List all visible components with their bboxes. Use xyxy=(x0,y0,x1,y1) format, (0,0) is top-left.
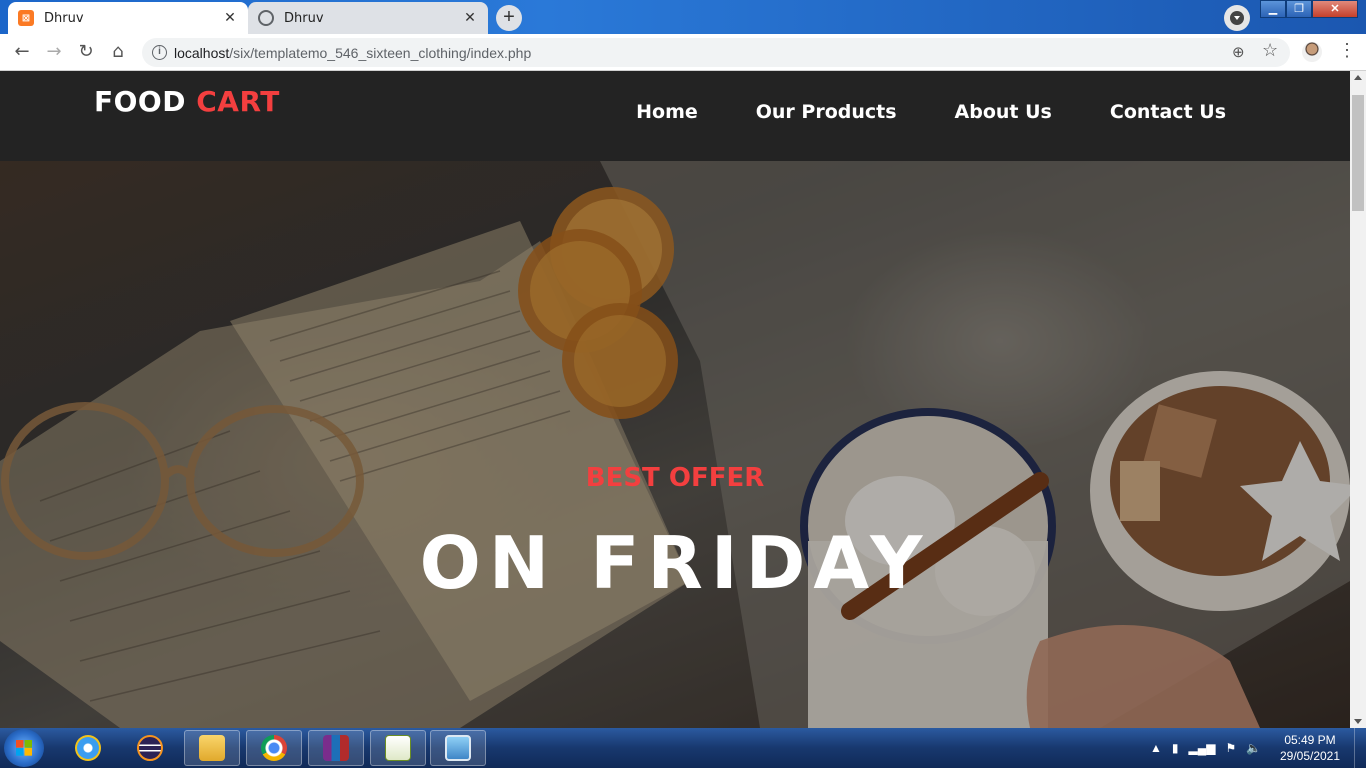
nav-our-products[interactable]: Our Products xyxy=(756,101,897,123)
browser-tab-active[interactable]: ⊠ Dhruv ✕ xyxy=(8,2,248,34)
clock-time: 05:49 PM xyxy=(1284,733,1336,747)
nav-contact-us[interactable]: Contact Us xyxy=(1110,101,1226,123)
tab-title: Dhruv xyxy=(44,10,84,26)
scrollbar-thumb[interactable] xyxy=(1352,95,1364,211)
windows-taskbar: ▲ ▮ ▂▄▆ ⚑ 🔈 05:49 PM 29/05/2021 xyxy=(0,728,1366,768)
url-text[interactable]: localhost/six/templatemo_546_sixteen_clo… xyxy=(174,45,531,61)
nav-home[interactable]: Home xyxy=(636,101,698,123)
battery-icon[interactable]: ▮ xyxy=(1172,741,1179,755)
internet-explorer-icon xyxy=(75,735,101,761)
info-icon[interactable]: i xyxy=(152,45,167,60)
start-button[interactable] xyxy=(4,729,44,767)
page-scrollbar[interactable] xyxy=(1350,71,1366,728)
taskbar-eclipse[interactable] xyxy=(122,730,178,766)
menu-dots-icon[interactable]: ⋮ xyxy=(1338,40,1356,60)
hero-overlay xyxy=(0,161,1350,728)
taskbar-notepad[interactable] xyxy=(370,730,426,766)
scroll-up-icon[interactable] xyxy=(1354,75,1362,80)
reload-icon[interactable]: ↻ xyxy=(76,42,96,62)
site-logo[interactable]: FOOD CART xyxy=(94,85,280,118)
zoom-icon[interactable]: ⊕ xyxy=(1232,43,1245,61)
back-arrow-icon[interactable]: ← xyxy=(12,42,32,62)
show-desktop-button[interactable] xyxy=(1354,728,1366,768)
close-window-button[interactable]: ✕ xyxy=(1312,0,1358,18)
new-tab-button[interactable]: + xyxy=(496,5,522,31)
system-tray: ▲ ▮ ▂▄▆ ⚑ 🔈 xyxy=(1150,728,1261,768)
chrome-icon xyxy=(261,735,287,761)
minimize-button[interactable]: ▁ xyxy=(1260,0,1286,18)
hero-title: ON FRIDAY xyxy=(419,521,931,605)
clock-date: 29/05/2021 xyxy=(1279,749,1341,763)
xampp-icon: ⊠ xyxy=(18,10,34,26)
winrar-icon xyxy=(323,735,349,761)
file-explorer-icon xyxy=(199,735,225,761)
forward-arrow-icon[interactable]: → xyxy=(44,42,64,62)
nav-about-us[interactable]: About Us xyxy=(955,101,1052,123)
volume-icon[interactable]: 🔈 xyxy=(1246,741,1261,755)
image-viewer-icon xyxy=(445,735,471,761)
tab-title: Dhruv xyxy=(284,10,324,26)
flag-icon[interactable]: ⚑ xyxy=(1225,741,1236,755)
notepad-icon xyxy=(385,735,411,761)
address-bar[interactable]: i localhost/six/templatemo_546_sixteen_c… xyxy=(142,38,1290,67)
globe-icon xyxy=(258,10,274,26)
taskbar-chrome[interactable] xyxy=(246,730,302,766)
browser-toolbar: ← → ↻ ⌂ i localhost/six/templatemo_546_s… xyxy=(0,34,1366,71)
profile-avatar[interactable] xyxy=(1302,42,1322,62)
show-hidden-icons-icon[interactable]: ▲ xyxy=(1150,741,1162,755)
browser-tab-strip: ⊠ Dhruv ✕ Dhruv ✕ + ▁ ❐ ✕ xyxy=(0,0,1366,34)
eclipse-icon xyxy=(137,735,163,761)
windows-logo-icon xyxy=(16,740,32,756)
taskbar-file-explorer[interactable] xyxy=(184,730,240,766)
taskbar-winrar[interactable] xyxy=(308,730,364,766)
scroll-down-icon[interactable] xyxy=(1354,719,1362,724)
taskbar-ie[interactable] xyxy=(60,730,116,766)
hero-banner: BEST OFFER ON FRIDAY xyxy=(0,161,1350,728)
main-nav: Home Our Products About Us Contact Us xyxy=(636,101,1226,123)
browser-tab-inactive[interactable]: Dhruv ✕ xyxy=(248,2,488,34)
chevron-down-icon xyxy=(1230,11,1244,25)
site-header: FOOD CART Home Our Products About Us Con… xyxy=(0,71,1350,161)
close-tab-icon[interactable]: ✕ xyxy=(462,10,478,26)
tab-search-button[interactable] xyxy=(1224,5,1250,31)
taskbar-clock[interactable]: 05:49 PM 29/05/2021 xyxy=(1272,732,1348,764)
page-viewport: FOOD CART Home Our Products About Us Con… xyxy=(0,71,1350,728)
maximize-button[interactable]: ❐ xyxy=(1286,0,1312,18)
signal-icon[interactable]: ▂▄▆ xyxy=(1189,741,1216,755)
close-tab-icon[interactable]: ✕ xyxy=(222,10,238,26)
home-icon[interactable]: ⌂ xyxy=(108,42,128,62)
taskbar-image-viewer[interactable] xyxy=(430,730,486,766)
hero-subtitle: BEST OFFER xyxy=(585,463,765,493)
window-controls: ▁ ❐ ✕ xyxy=(1260,0,1358,20)
bookmark-star-icon[interactable]: ☆ xyxy=(1262,40,1278,61)
